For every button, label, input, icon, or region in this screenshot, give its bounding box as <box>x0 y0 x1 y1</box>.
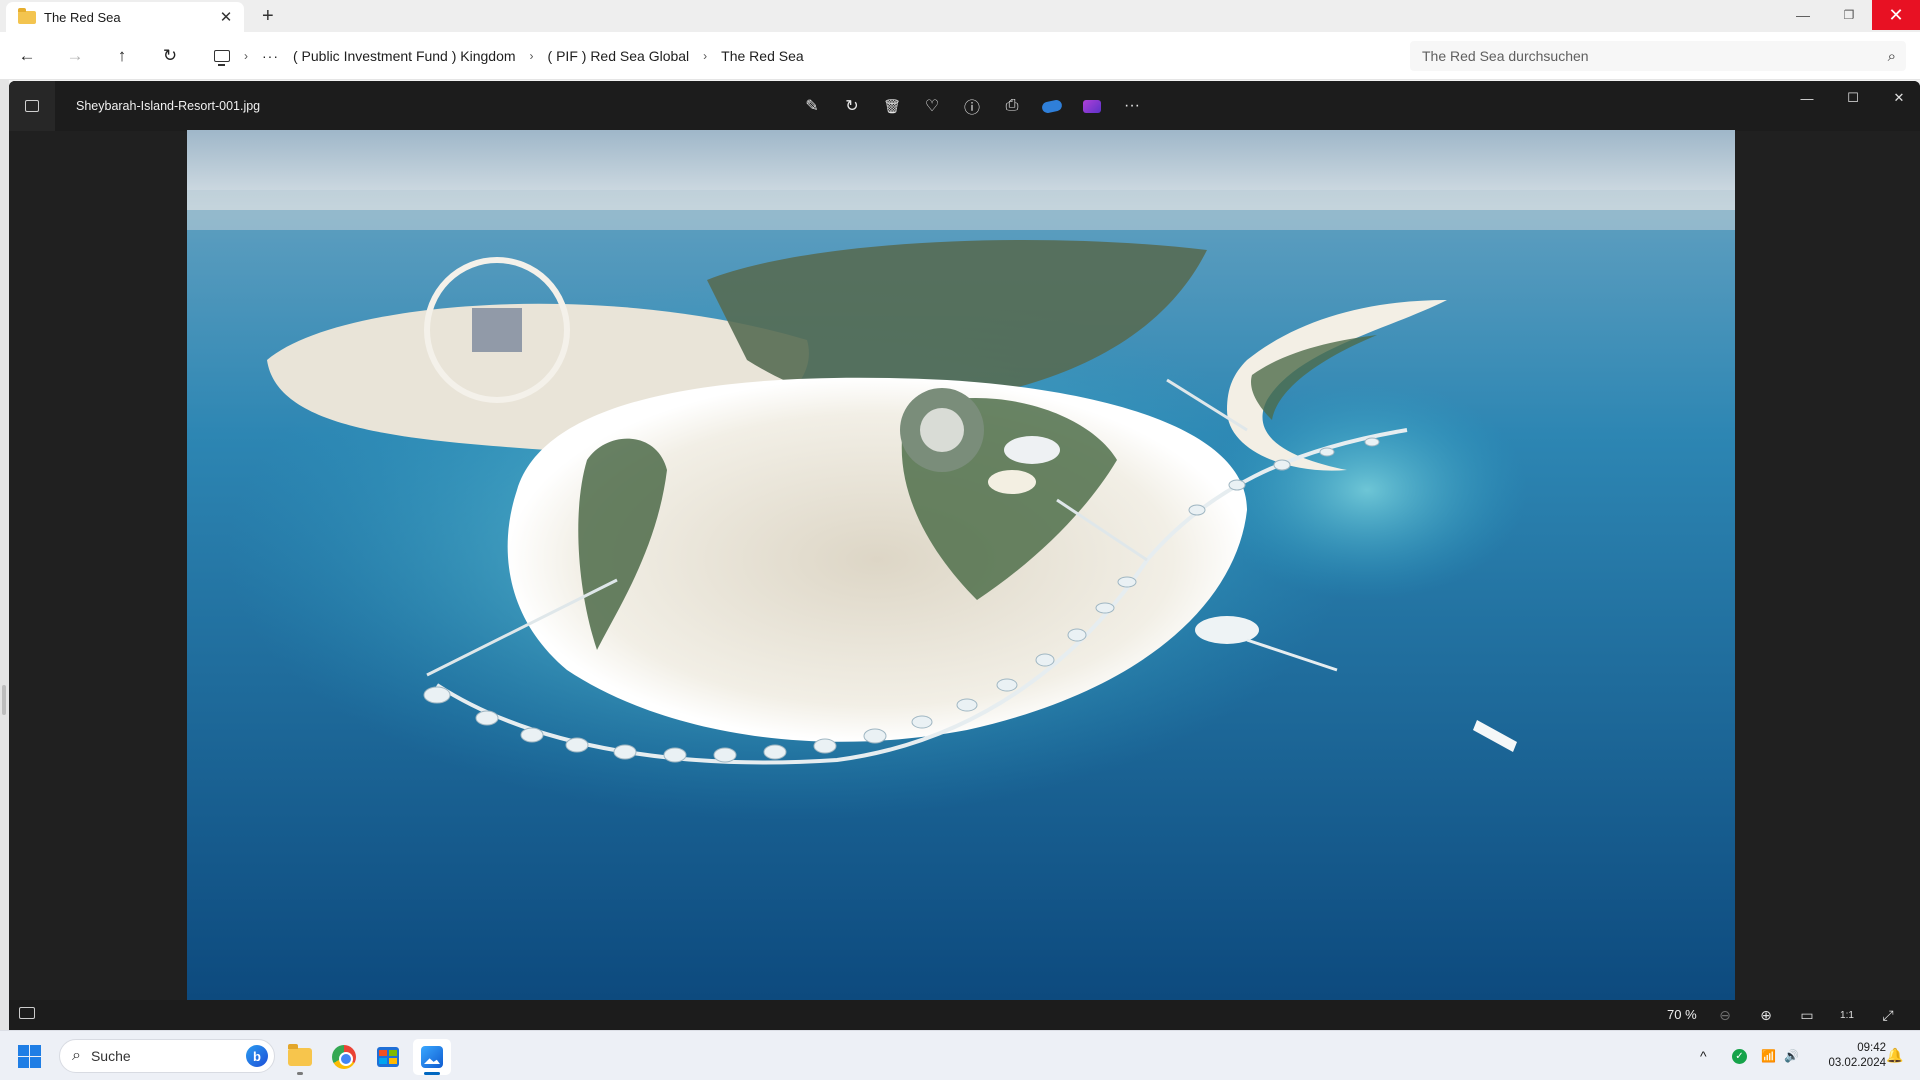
breadcrumb-overflow-button[interactable]: ··· <box>262 48 279 64</box>
gallery-icon <box>25 100 39 112</box>
refresh-button[interactable]: ↻ <box>158 44 182 68</box>
print-icon[interactable]: ⎙ <box>992 92 1032 120</box>
breadcrumb-item-red-sea-global[interactable]: ( PIF ) Red Sea Global <box>548 48 690 64</box>
search-placeholder: The Red Sea durchsuchen <box>1422 48 1589 64</box>
explorer-close-button[interactable]: ✕ <box>1872 0 1920 30</box>
explorer-minimize-button[interactable]: — <box>1780 0 1826 30</box>
up-button[interactable]: ↑ <box>110 44 134 68</box>
image-filename: Sheybarah-Island-Resort-001.jpg <box>76 99 261 113</box>
chevron-right-icon[interactable]: › <box>530 49 534 63</box>
microsoft-store-taskbar-icon[interactable] <box>369 1039 407 1075</box>
taskbar-search-label: Suche <box>90 1048 131 1064</box>
photos-taskbar-icon[interactable] <box>413 1039 451 1075</box>
taskbar-clock[interactable]: 09:42 03.02.2024 <box>1808 1041 1886 1071</box>
zoom-in-icon[interactable]: ⊕ <box>1755 1004 1777 1026</box>
chevron-right-icon[interactable]: › <box>703 49 707 63</box>
rotate-icon[interactable]: ↻ <box>832 92 872 120</box>
search-icon: ⌕ <box>72 1047 81 1064</box>
bing-icon[interactable]: b <box>246 1045 268 1067</box>
back-button[interactable]: ← <box>15 44 39 68</box>
volume-icon[interactable]: 🔊 <box>1784 1031 1799 1080</box>
security-shield-icon[interactable]: ✓ <box>1732 1031 1747 1080</box>
breadcrumb: › ··· ( Public Investment Fund ) Kingdom… <box>204 41 1402 71</box>
photos-toolbar: ✎ ↻ 🗑 ♡ ⓘ ⎙ ··· <box>792 92 1152 120</box>
show-hidden-icons-chevron[interactable]: ^ <box>1700 1031 1707 1080</box>
explorer-tab-bar: The Red Sea ✕ + — ❐ ✕ <box>0 0 1920 32</box>
zoom-level: 70 % <box>1667 1007 1697 1022</box>
taskbar: ⌕ Suche b ^ ✓ 📶 🔊 09:42 03.02.2024 🔔 <box>0 1030 1920 1080</box>
breadcrumb-item-pif-kingdom[interactable]: ( Public Investment Fund ) Kingdom <box>293 48 516 64</box>
photos-window: Sheybarah-Island-Resort-001.jpg ✎ ↻ 🗑 ♡ … <box>9 81 1920 1030</box>
explorer-left-edge <box>0 80 9 1030</box>
explorer-restore-button[interactable]: ❐ <box>1826 0 1872 30</box>
notification-bell-icon[interactable]: 🔔 <box>1886 1047 1903 1064</box>
fit-to-window-icon[interactable]: ▭ <box>1796 1004 1818 1026</box>
tab-the-red-sea[interactable]: The Red Sea ✕ <box>6 2 244 32</box>
filmstrip-icon[interactable] <box>19 1007 35 1019</box>
wifi-icon[interactable]: 📶 <box>1761 1031 1776 1080</box>
windows-start-icon[interactable] <box>18 1045 41 1068</box>
photos-title-bar: Sheybarah-Island-Resort-001.jpg ✎ ↻ 🗑 ♡ … <box>9 81 1920 131</box>
clock-time: 09:42 <box>1857 1042 1886 1054</box>
this-pc-icon[interactable] <box>214 50 230 66</box>
photo-canvas[interactable] <box>187 130 1735 1000</box>
taskbar-search-box[interactable]: ⌕ Suche b <box>59 1039 275 1073</box>
photos-minimize-button[interactable]: — <box>1784 81 1830 115</box>
resize-grip[interactable] <box>2 685 6 715</box>
address-bar: ← → ↑ ↻ › ··· ( Public Investment Fund )… <box>0 32 1920 80</box>
info-icon[interactable]: ⓘ <box>952 92 992 120</box>
photos-maximize-button[interactable]: ☐ <box>1830 81 1876 115</box>
chrome-taskbar-icon[interactable] <box>325 1039 363 1075</box>
folder-icon <box>18 7 36 24</box>
aerial-resort-photo <box>187 130 1735 1000</box>
search-icon[interactable]: ⌕ <box>1888 48 1896 65</box>
tab-close-icon[interactable]: ✕ <box>218 8 234 26</box>
photos-app-button[interactable] <box>9 81 55 131</box>
photos-close-button[interactable]: ✕ <box>1876 81 1920 115</box>
heart-icon[interactable]: ♡ <box>912 92 952 120</box>
tab-title: The Red Sea <box>44 9 121 25</box>
clipchamp-icon[interactable] <box>1072 92 1112 120</box>
edit-icon[interactable]: ✎ <box>792 92 832 120</box>
zoom-out-icon[interactable]: ⊖ <box>1714 1004 1736 1026</box>
fullscreen-icon[interactable]: ⤢ <box>1877 1004 1899 1026</box>
more-icon[interactable]: ··· <box>1112 92 1152 120</box>
onedrive-icon[interactable] <box>1032 92 1072 120</box>
file-explorer-taskbar-icon[interactable] <box>281 1039 319 1075</box>
new-tab-button[interactable]: + <box>262 5 274 28</box>
clock-date: 03.02.2024 <box>1828 1057 1886 1069</box>
delete-icon[interactable]: 🗑 <box>872 92 912 120</box>
photos-status-bar: 70 % ⊖ ⊕ ▭ 1:1 ⤢ <box>9 1000 1920 1030</box>
chevron-right-icon[interactable]: › <box>244 49 248 63</box>
breadcrumb-item-the-red-sea[interactable]: The Red Sea <box>721 48 804 64</box>
actual-size-icon[interactable]: 1:1 <box>1836 1004 1858 1026</box>
forward-button[interactable]: → <box>63 44 87 68</box>
search-input[interactable]: The Red Sea durchsuchen ⌕ <box>1410 41 1906 71</box>
